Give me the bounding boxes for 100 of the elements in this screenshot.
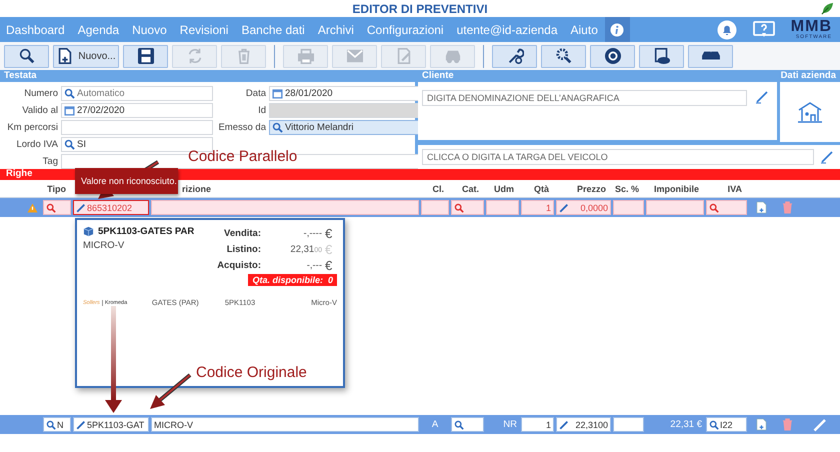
column-header: Cat. — [460, 184, 480, 194]
column-header: Tipo — [46, 184, 67, 194]
input-field[interactable] — [61, 120, 213, 135]
table-cell: NR — [503, 419, 517, 430]
gearsearch-icon — [554, 47, 572, 65]
table-row[interactable]: N 5PK1103-GAT MICRO-V A NR 1 22,3100 22,31 € I22 — [0, 415, 840, 434]
column-header: Cl. — [431, 184, 445, 194]
date-field[interactable]: 28/01/2020 — [269, 86, 421, 101]
product-title: 5PK1103-GATES PAR — [98, 226, 194, 237]
price-value: -,---- — [302, 228, 322, 239]
table-cell-field[interactable]: N — [43, 417, 71, 432]
table-cell-field[interactable]: 1 — [521, 200, 554, 215]
table-cell-field[interactable]: I22 — [706, 417, 747, 432]
pencil-icon[interactable] — [755, 90, 769, 104]
table-cell-field[interactable] — [646, 200, 704, 215]
calendar-icon — [64, 105, 75, 116]
menu-item[interactable]: Dashboard — [6, 22, 65, 36]
search-icon — [454, 420, 464, 430]
table-cell-field[interactable] — [451, 200, 484, 215]
menu-item[interactable]: Banche dati — [241, 22, 305, 36]
print-icon — [296, 47, 314, 65]
pencil-icon — [76, 202, 86, 212]
menu-item[interactable]: Archivi — [318, 22, 354, 36]
column-header: IVA — [726, 184, 743, 194]
column-header: Imponibile — [653, 184, 700, 194]
client-name-field[interactable]: DIGITA DENOMINAZIONE DELL’ANAGRAFICA — [422, 90, 747, 106]
column-header: Sc. % — [614, 184, 640, 194]
table-cell-field[interactable]: 5PK1103-GAT — [73, 417, 149, 432]
price-label: Vendita: — [223, 228, 261, 239]
price-value: -,--- — [306, 260, 322, 271]
date-field[interactable]: 27/02/2020 — [61, 103, 213, 118]
currency-symbol: € — [325, 226, 334, 241]
search-icon — [709, 202, 719, 212]
vehicle-plate-field[interactable]: CLICCA O DIGITA LA TARGA DEL VEICOLO — [422, 149, 814, 165]
menu-item[interactable]: Revisioni — [180, 22, 228, 36]
table-cell-field[interactable]: 865310202 — [73, 200, 149, 215]
field-label: Tag — [42, 155, 58, 169]
field-label: Km percorsi — [6, 121, 58, 135]
column-header: rizione — [181, 184, 212, 194]
add-document-icon[interactable] — [756, 201, 767, 214]
input-field[interactable]: Vittorio Melandri — [269, 120, 421, 135]
arrow — [150, 373, 192, 409]
field-label: Id — [257, 104, 266, 118]
menu-item[interactable]: Configurazioni — [366, 22, 444, 36]
menu-item[interactable]: Nuovo — [132, 22, 167, 36]
field-label: Valido al — [21, 104, 58, 118]
table-cell-field[interactable] — [613, 200, 644, 215]
new-button[interactable]: Nuovo... — [53, 44, 119, 68]
save-button[interactable] — [123, 44, 168, 68]
input-field[interactable]: Automatico — [61, 86, 213, 101]
pencil-icon[interactable] — [820, 150, 834, 164]
info-button[interactable] — [604, 17, 630, 42]
add-document-icon[interactable] — [756, 418, 767, 431]
input-field[interactable]: SI — [61, 137, 213, 152]
menu-item[interactable]: utente@id-azienda — [456, 22, 558, 36]
currency-symbol: € — [325, 258, 334, 273]
annotation-label: Codice Originale — [196, 364, 307, 381]
field-label: Numero — [23, 87, 58, 101]
table-cell-field[interactable] — [43, 200, 71, 215]
calendar-icon — [272, 88, 283, 99]
pencil-icon — [559, 420, 569, 430]
field-label: Data — [244, 87, 266, 101]
box-icon — [83, 226, 94, 237]
bell-icon[interactable] — [716, 20, 737, 40]
gearsearch-button[interactable] — [541, 44, 586, 68]
table-row[interactable]: 865310202 1 0,0000 — [0, 198, 840, 217]
cars-button[interactable] — [688, 44, 733, 68]
mail-icon — [346, 47, 364, 65]
wrench-button[interactable] — [492, 44, 537, 68]
menu-item[interactable]: Aiuto — [570, 22, 598, 36]
column-header: Udm — [493, 184, 515, 194]
tire-button[interactable] — [590, 44, 635, 68]
table-cell-field[interactable]: MICRO-V — [151, 417, 419, 432]
search-icon — [64, 139, 75, 150]
table-cell-field[interactable] — [421, 200, 449, 215]
search-icon — [18, 47, 36, 65]
search-button[interactable] — [4, 44, 49, 68]
help-icon[interactable] — [752, 20, 775, 38]
price-label: Acquisto: — [217, 260, 261, 271]
search-icon — [709, 420, 719, 430]
table-cell-field[interactable]: 1 — [521, 417, 554, 432]
table-cell-field[interactable] — [613, 417, 644, 432]
table-cell-field[interactable]: 0,0000 — [556, 200, 611, 215]
search-icon — [46, 202, 56, 212]
pencil-icon — [559, 202, 569, 212]
field-label: Lordo IVA — [15, 138, 58, 152]
doceye-button[interactable] — [639, 44, 684, 68]
menu-item[interactable]: Agenda — [78, 22, 120, 36]
table-cell-field[interactable] — [706, 200, 747, 215]
info-icon — [610, 22, 624, 36]
table-cell-field[interactable] — [486, 200, 519, 215]
field-label: Emesso da — [217, 121, 266, 135]
house-icon[interactable] — [797, 101, 823, 123]
currency-symbol: € — [325, 242, 334, 257]
stock-badge: Qta. disponibile: 0 — [248, 274, 337, 286]
leaf-icon — [821, 2, 834, 15]
table-cell-field[interactable] — [451, 417, 484, 432]
table-cell-field[interactable] — [151, 200, 419, 215]
panel-header: Dati azienda — [780, 70, 838, 82]
table-cell-field[interactable]: 22,3100 — [556, 417, 611, 432]
